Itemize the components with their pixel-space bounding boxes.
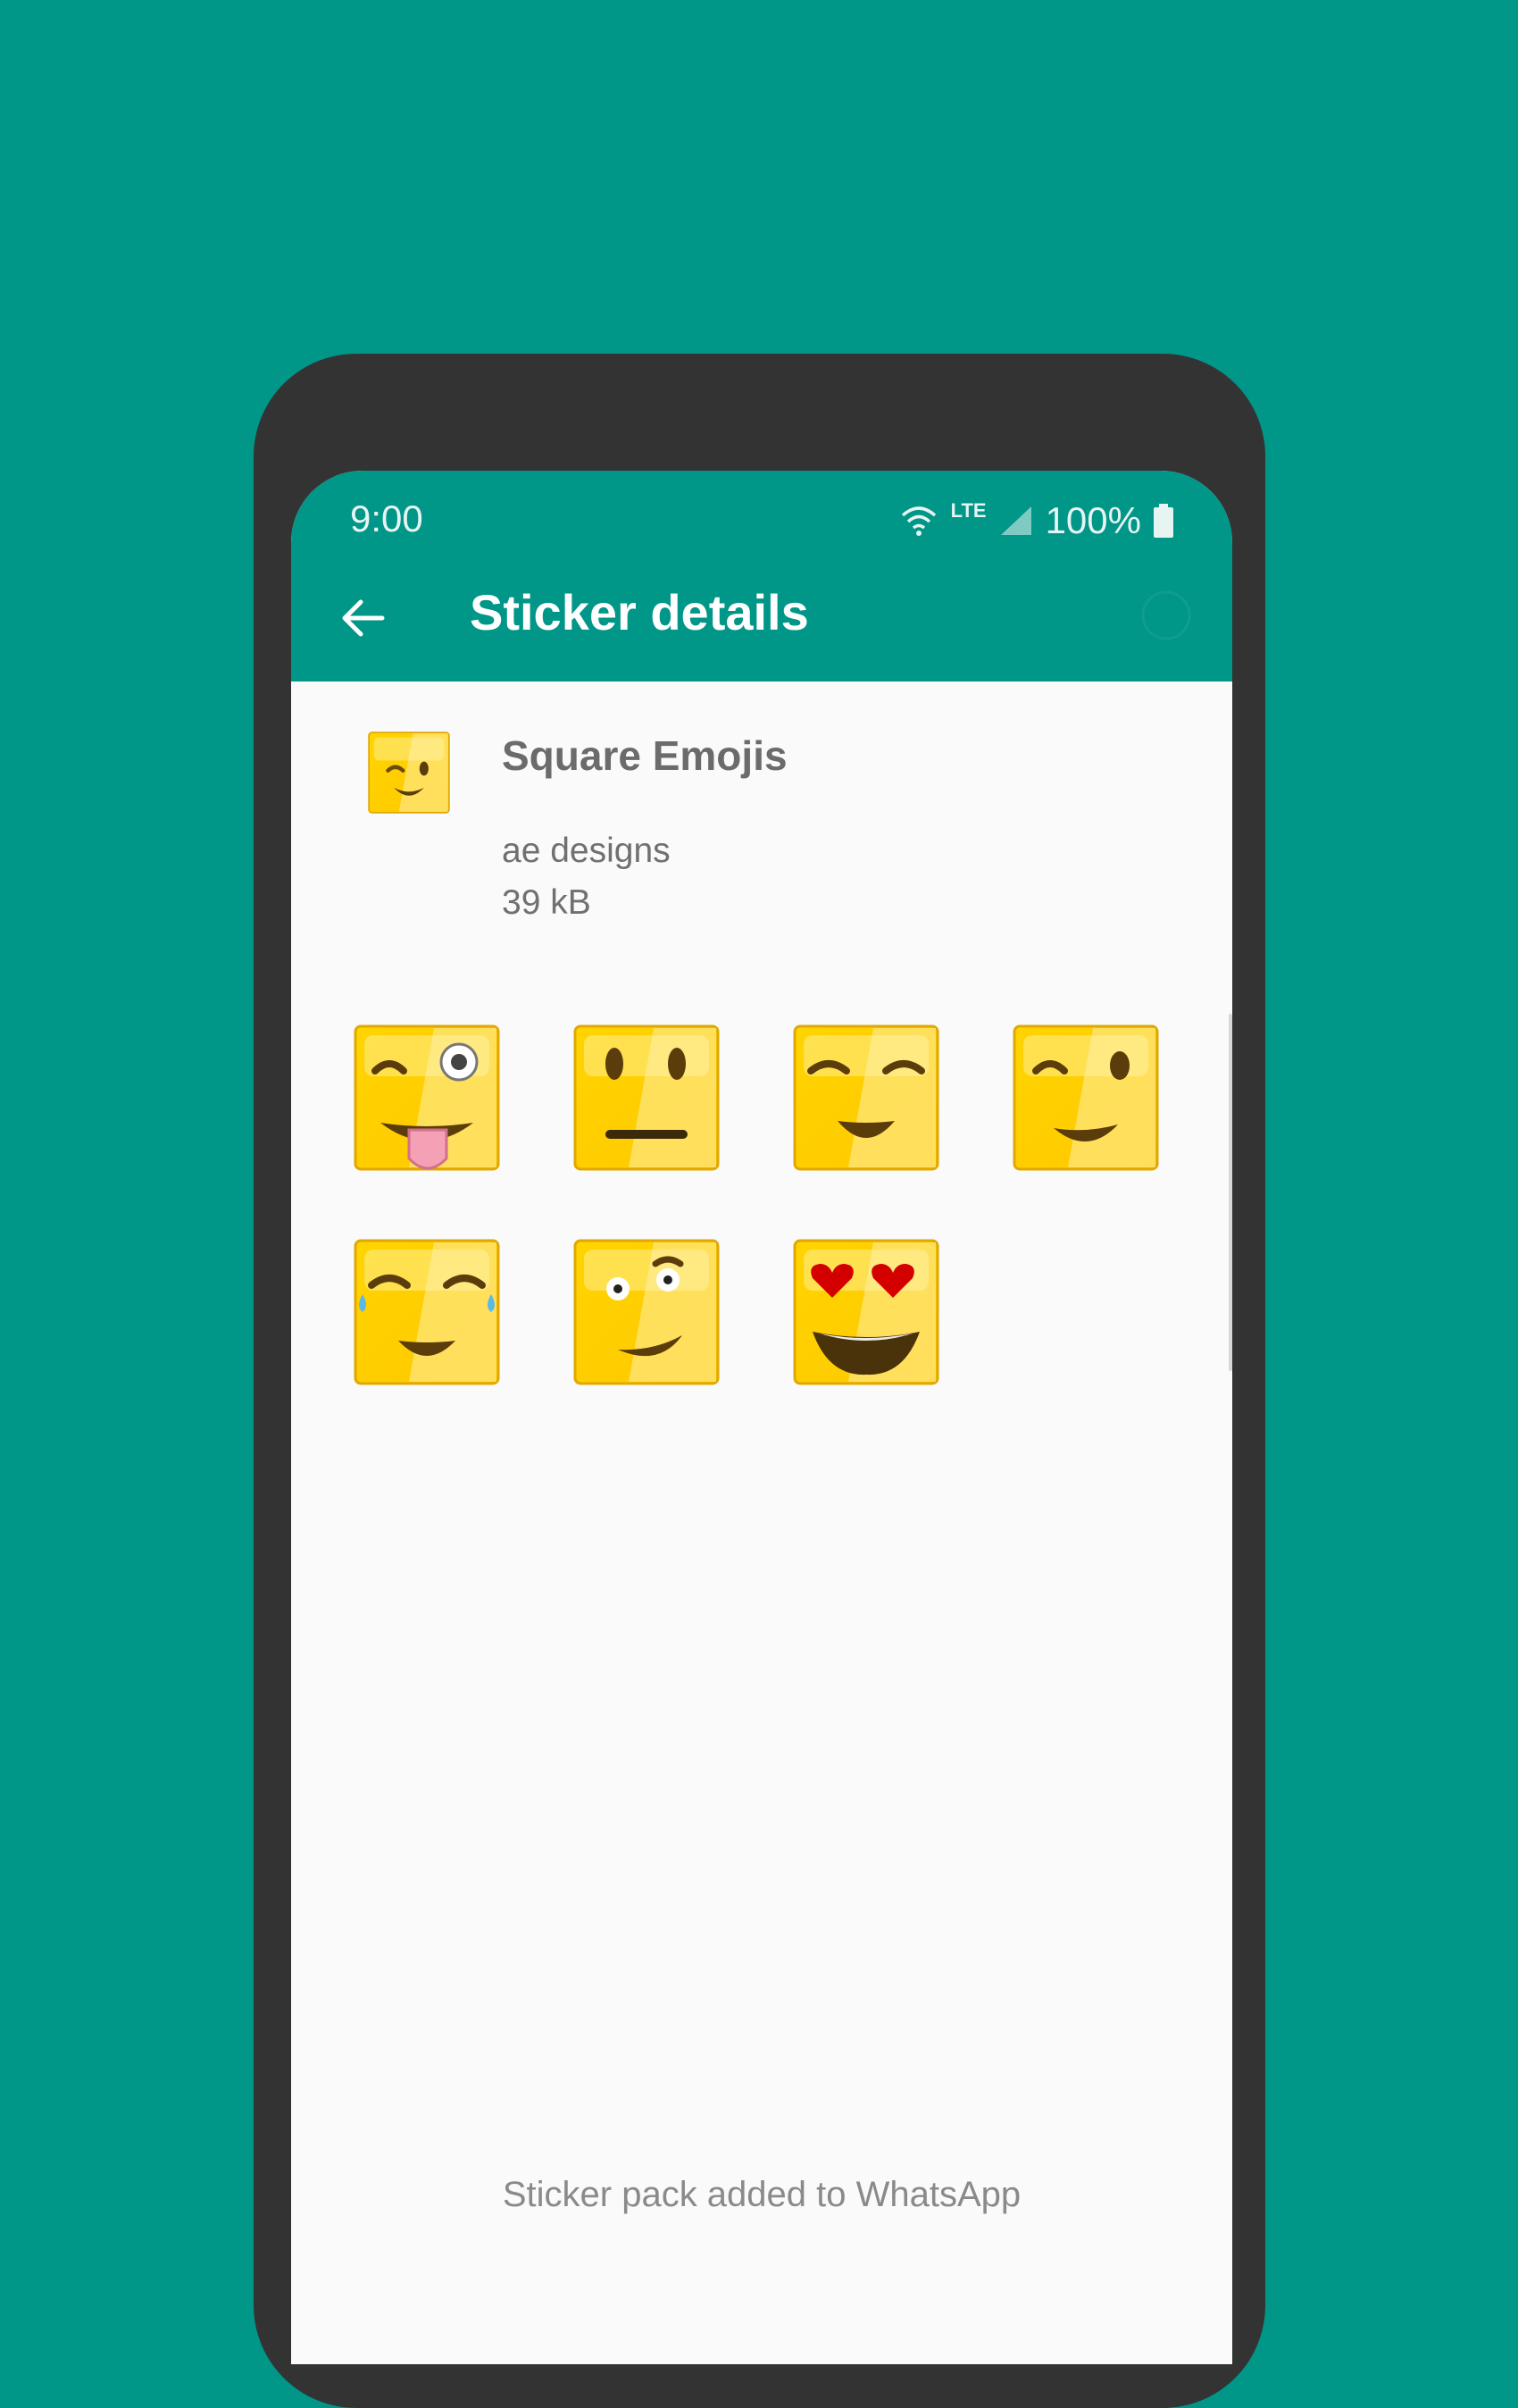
page-title: Sticker details xyxy=(470,584,809,640)
pack-added-status: Sticker pack added to WhatsApp xyxy=(502,2175,1022,2214)
sticker-heart-eyes[interactable] xyxy=(793,1239,939,1385)
sticker-tears-of-joy[interactable] xyxy=(354,1239,500,1385)
battery-icon xyxy=(1154,504,1173,538)
pack-name: Square Emojis xyxy=(502,732,788,779)
pack-publisher: ae designs xyxy=(502,832,671,870)
arrow-back-icon xyxy=(338,594,386,642)
sticker-smiling-closed-eyes[interactable] xyxy=(793,1024,939,1171)
app-screen: 9:00 LTE 100% Sticker details Square Emo… xyxy=(291,471,1232,2364)
sticker-tongue-wink[interactable] xyxy=(354,1024,500,1171)
status-icons: LTE 100% xyxy=(899,494,1173,548)
network-type: LTE xyxy=(950,499,987,522)
cell-signal-icon xyxy=(999,505,1033,537)
back-button[interactable] xyxy=(321,578,402,658)
pack-tray-icon xyxy=(368,732,450,814)
info-button[interactable] xyxy=(1130,580,1202,651)
wifi-icon xyxy=(899,505,938,537)
sticker-neutral[interactable] xyxy=(573,1024,720,1171)
status-time: 9:00 xyxy=(350,497,423,539)
app-bar: 9:00 LTE 100% Sticker details xyxy=(291,471,1232,681)
battery-percentage: 100% xyxy=(1045,499,1141,541)
scroll-indicator xyxy=(1229,1014,1232,1371)
sticker-raised-eyebrow[interactable] xyxy=(573,1239,720,1385)
sticker-wink-smile[interactable] xyxy=(1013,1024,1159,1171)
pack-size: 39 kB xyxy=(502,883,591,922)
info-icon xyxy=(1139,589,1193,642)
